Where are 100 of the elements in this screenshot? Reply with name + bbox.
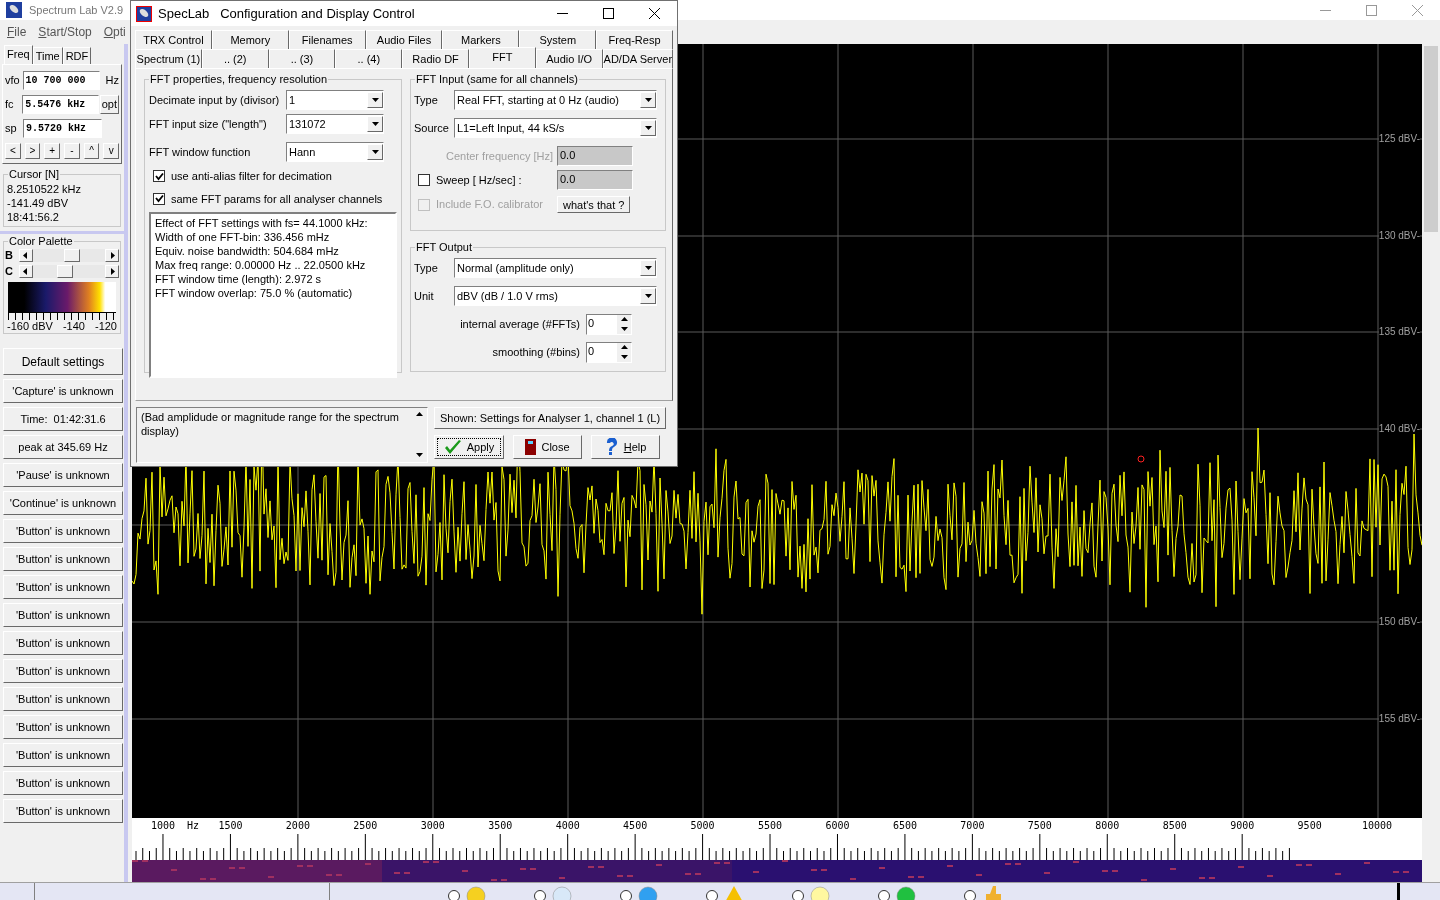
check-icon <box>154 171 164 181</box>
tab[interactable]: Freq-Resp <box>596 30 673 49</box>
slider[interactable] <box>18 264 119 278</box>
panel-button[interactable]: 'Capture' is unknown <box>3 379 123 403</box>
field-label: sp <box>5 121 18 137</box>
axis-label: 8000 <box>1095 820 1120 831</box>
maximize-icon <box>1365 4 1377 16</box>
panel-button[interactable]: 'Continue' is unknown <box>3 491 123 515</box>
axis-label: 155 dBV- <box>1378 714 1420 724</box>
dropdown-arrow-icon <box>370 95 380 105</box>
spin-field[interactable]: 0 <box>586 314 632 335</box>
tab[interactable]: FFT <box>469 47 536 68</box>
radio-button[interactable] <box>534 890 546 900</box>
dropdown[interactable]: Real FFT, starting at 0 Hz (audio) <box>454 90 657 110</box>
slider-thumb[interactable] <box>57 264 74 278</box>
maximize-icon <box>602 8 614 19</box>
tab[interactable]: Audio I/O <box>535 49 603 68</box>
tab[interactable]: AD/DA Server <box>602 49 674 68</box>
menu-item[interactable]: Start/Stop <box>38 23 92 41</box>
radio-button[interactable] <box>448 890 460 900</box>
close-icon <box>1411 4 1423 16</box>
dropdown[interactable]: L1=Left Input, 44 kS/s <box>454 118 657 138</box>
field-label: Source <box>414 120 450 136</box>
panel-button[interactable]: 'Button' is unknown <box>3 687 123 711</box>
axis-label: 9000 <box>1230 820 1255 831</box>
cursor-reading: -141.49 dBV <box>7 196 70 210</box>
tab[interactable]: .. (4) <box>335 49 403 68</box>
tab[interactable]: RDF <box>62 47 92 64</box>
tab[interactable]: TRX Control <box>135 30 212 49</box>
tab[interactable]: Radio DF <box>402 49 469 68</box>
scale-label: -120 <box>94 320 117 333</box>
input-field[interactable]: 10 700 000 <box>22 71 100 90</box>
step-button[interactable]: - <box>64 143 80 159</box>
satellite-dish-icon <box>6 2 22 18</box>
radio-button[interactable] <box>878 890 890 900</box>
radio-button[interactable] <box>792 890 804 900</box>
panel-button[interactable]: peak at 345.69 Hz <box>3 435 123 459</box>
dropdown[interactable]: 131072 <box>286 114 384 134</box>
panel-button[interactable]: 'Button' is unknown <box>3 771 123 795</box>
radio-button[interactable] <box>620 890 632 900</box>
dropdown-arrow-icon <box>414 451 424 460</box>
panel-button[interactable]: 'Button' is unknown <box>3 603 123 627</box>
cursor-reading: 8.2510522 kHz <box>7 182 82 196</box>
tab[interactable]: Filenames <box>288 30 366 49</box>
field-label: Type <box>414 92 439 108</box>
menu-item[interactable]: Opti <box>103 23 126 41</box>
panel-button[interactable]: 'Button' is unknown <box>3 799 123 823</box>
input-field[interactable]: 9.5720 kHz <box>23 119 102 138</box>
radio-button[interactable] <box>706 890 718 900</box>
checkbox[interactable] <box>153 170 165 183</box>
panel-button[interactable]: 'Button' is unknown <box>3 575 123 599</box>
checkbox[interactable] <box>418 174 430 186</box>
options-button[interactable]: opt <box>99 95 119 114</box>
dropdown[interactable]: 1 <box>286 90 384 110</box>
field-label: smoothing (#bins) <box>491 345 581 361</box>
whats-that-button[interactable]: what's that ? <box>557 196 631 213</box>
close-button[interactable]: Close <box>513 435 582 459</box>
panel-button[interactable]: 'Button' is unknown <box>3 715 123 739</box>
axis-label: 130 dBV- <box>1378 231 1420 241</box>
panel-button[interactable]: Time: 01:42:31.6 <box>3 407 123 431</box>
door-icon <box>525 439 537 455</box>
tab[interactable]: Audio Files <box>365 30 443 49</box>
step-button[interactable]: < <box>5 143 21 159</box>
radio-button[interactable] <box>964 890 976 900</box>
spin-field[interactable]: 0 <box>586 342 632 363</box>
tab[interactable]: Spectrum (1) <box>135 49 202 68</box>
tab[interactable]: Time <box>32 47 63 64</box>
axis-label: 7500 <box>1027 820 1052 831</box>
panel-button[interactable]: 'Button' is unknown <box>3 519 123 543</box>
panel-button[interactable]: 'Button' is unknown <box>3 547 123 571</box>
tab[interactable]: .. (2) <box>201 49 269 68</box>
input-field[interactable]: 0.0 <box>557 170 633 190</box>
step-button[interactable]: > <box>24 143 41 159</box>
tab[interactable]: .. (3) <box>268 49 336 68</box>
tab[interactable]: Memory <box>211 30 289 49</box>
panel-button[interactable]: Default settings <box>3 348 123 375</box>
slider[interactable] <box>18 248 119 262</box>
apply-button[interactable]: Apply <box>434 435 504 459</box>
panel-button[interactable]: 'Button' is unknown <box>3 631 123 655</box>
help-button[interactable]: Help <box>591 435 660 459</box>
dropdown[interactable]: Normal (amplitude only) <box>454 258 657 278</box>
info-line: Effect of FFT settings with fs= 44.1000 kHz: <box>155 216 369 230</box>
window-title: Spectrum Lab V2.9 <box>29 2 124 18</box>
field-label: FFT input size ("length") <box>149 116 268 132</box>
dropdown[interactable]: dBV (dB / 1.0 V rms) <box>454 286 657 306</box>
menu-item[interactable]: File <box>7 23 27 41</box>
panel-button[interactable]: 'Pause' is unknown <box>3 463 123 487</box>
panel-button[interactable]: 'Button' is unknown <box>3 743 123 767</box>
input-field[interactable]: 5.5476 kHz <box>22 95 99 114</box>
checkbox[interactable] <box>153 192 165 205</box>
step-button[interactable]: v <box>103 143 120 159</box>
panel-button[interactable]: 'Button' is unknown <box>3 659 123 683</box>
tab[interactable]: Freq <box>4 45 33 64</box>
info-line: Width of one FFT-bin: 336.456 mHz <box>155 230 331 244</box>
axis-label: 135 dBV- <box>1378 327 1420 337</box>
step-button[interactable]: + <box>44 143 60 159</box>
step-button[interactable]: ^ <box>83 143 100 159</box>
axis-label: 2500 <box>353 820 378 831</box>
slider-thumb[interactable] <box>64 248 81 262</box>
dropdown[interactable]: Hann <box>286 142 384 162</box>
